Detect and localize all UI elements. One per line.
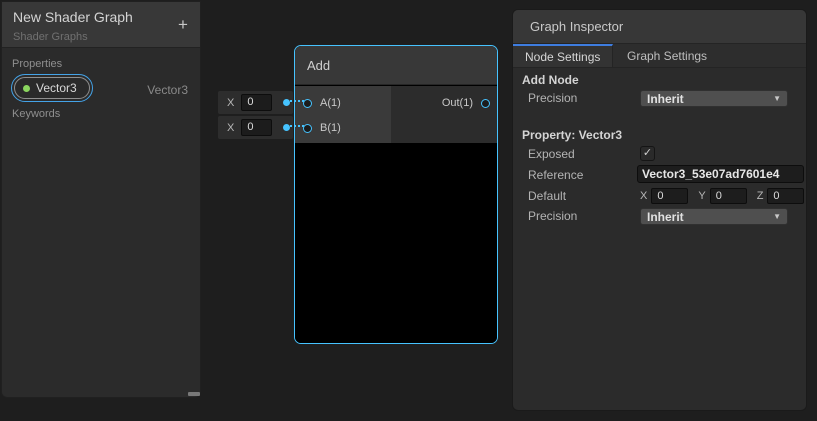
add-node-header[interactable]: Add <box>295 46 497 85</box>
default-y-axis-label: Y <box>698 190 705 202</box>
default-z-field[interactable]: 0 <box>767 188 804 204</box>
property-pill-label: Vector3 <box>36 81 77 95</box>
port-row-b: B(1) <box>303 119 341 137</box>
chevron-down-icon: ▼ <box>773 212 781 221</box>
inspector-tab-bar: Node Settings Graph Settings <box>513 44 806 68</box>
inline-input-a-axis-label: X <box>227 97 234 109</box>
input-port-b-icon[interactable] <box>303 124 312 133</box>
input-port-a-icon[interactable] <box>303 99 312 108</box>
wire-to-port-a <box>285 100 304 102</box>
inline-input-a-value-field[interactable]: 0 <box>241 94 272 111</box>
node-precision-value: Inherit <box>647 92 773 106</box>
checkmark-icon: ✓ <box>643 147 652 159</box>
default-z-axis-label: Z <box>757 190 764 202</box>
input-port-a-label: A(1) <box>320 97 341 109</box>
tab-graph-settings[interactable]: Graph Settings <box>613 44 721 67</box>
graph-inspector-title: Graph Inspector <box>530 19 623 34</box>
keywords-section-label: Keywords <box>12 108 60 120</box>
node-precision-dropdown[interactable]: Inherit ▼ <box>640 90 788 107</box>
chevron-down-icon: ▼ <box>773 94 781 103</box>
default-vector-group: X 0 Y 0 Z 0 <box>640 188 804 204</box>
add-property-button[interactable]: + <box>172 15 194 37</box>
property-precision-dropdown[interactable]: Inherit ▼ <box>640 208 788 225</box>
blackboard-scroll-handle[interactable] <box>188 392 200 396</box>
input-ports-column: A(1) B(1) <box>295 86 391 143</box>
add-node-ports: A(1) B(1) Out(1) <box>295 86 497 143</box>
tab-node-settings[interactable]: Node Settings <box>513 44 613 67</box>
port-row-out: Out(1) <box>442 94 490 112</box>
default-label: Default <box>528 189 566 203</box>
inline-input-b: X 0 <box>218 116 293 139</box>
inline-input-a: X 0 <box>218 91 293 114</box>
exposed-checkbox[interactable]: ✓ <box>640 146 655 161</box>
add-node[interactable]: Add A(1) B(1) Out(1) <box>294 45 498 344</box>
add-node-title: Add <box>307 58 330 73</box>
port-row-a: A(1) <box>303 94 341 112</box>
exposed-label: Exposed <box>528 147 575 161</box>
inline-input-b-axis-label: X <box>227 122 234 134</box>
node-precision-label: Precision <box>528 91 577 105</box>
reference-field[interactable]: Vector3_53e07ad7601e4 <box>637 165 804 183</box>
output-port-label: Out(1) <box>442 97 473 109</box>
graph-subtitle: Shader Graphs <box>13 31 88 43</box>
property-type-label: Vector3 <box>147 83 188 97</box>
add-node-section-heading: Add Node <box>522 73 579 87</box>
property-color-dot-icon <box>23 85 30 92</box>
output-port-icon[interactable] <box>481 99 490 108</box>
default-x-axis-label: X <box>640 190 647 202</box>
node-preview-area[interactable] <box>295 143 497 343</box>
blackboard-panel: New Shader Graph Shader Graphs + Propert… <box>2 2 200 397</box>
inline-input-b-value-field[interactable]: 0 <box>241 119 272 136</box>
default-y-field[interactable]: 0 <box>710 188 747 204</box>
properties-section-label: Properties <box>12 58 62 70</box>
output-ports-column: Out(1) <box>391 86 497 143</box>
graph-inspector-panel: Graph Inspector Node Settings Graph Sett… <box>513 10 806 410</box>
default-x-field[interactable]: 0 <box>651 188 688 204</box>
property-section-heading: Property: Vector3 <box>522 128 622 142</box>
property-precision-value: Inherit <box>647 210 773 224</box>
blackboard-header[interactable]: New Shader Graph Shader Graphs + <box>2 2 200 48</box>
graph-title: New Shader Graph <box>13 9 133 25</box>
property-precision-label: Precision <box>528 209 577 223</box>
graph-inspector-header[interactable]: Graph Inspector <box>513 10 806 44</box>
input-port-b-label: B(1) <box>320 122 341 134</box>
reference-label: Reference <box>528 168 583 182</box>
wire-to-port-b <box>285 125 304 127</box>
property-pill-vector3[interactable]: Vector3 <box>14 77 90 99</box>
